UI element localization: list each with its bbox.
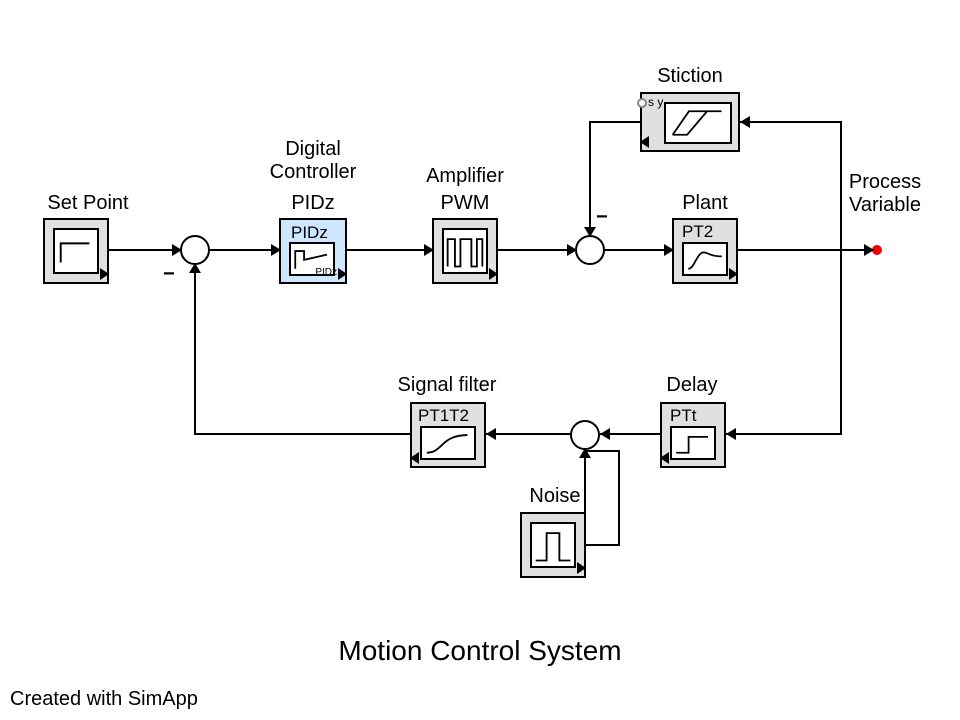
- label-plant: Plant: [645, 192, 765, 215]
- wire: [347, 249, 434, 251]
- pt2-response-icon: [684, 244, 726, 274]
- wire: [194, 433, 412, 435]
- block-tag: PT1T2: [418, 406, 469, 426]
- delay-step-icon: [672, 428, 714, 458]
- block-signal-filter[interactable]: PT1T2: [410, 402, 486, 468]
- arrowhead-icon: [584, 227, 596, 237]
- block-set-point[interactable]: [43, 218, 109, 284]
- sum-junction-error[interactable]: [180, 235, 210, 265]
- label-pwm: PWM: [405, 192, 525, 215]
- block-tag: PIDz: [291, 223, 328, 243]
- arrowhead-icon: [740, 116, 750, 128]
- arrowhead-icon: [664, 244, 674, 256]
- minus-icon: −: [163, 263, 175, 286]
- wire: [586, 544, 620, 546]
- label-delay: Delay: [642, 374, 742, 397]
- block-tag: PT2: [682, 222, 713, 242]
- diagram-canvas: Set Point Digital Controller PIDz Amplif…: [0, 0, 960, 720]
- label-digital-controller: Digital Controller: [248, 138, 378, 184]
- port-icon: [637, 98, 647, 108]
- sum-junction-noise[interactable]: [570, 420, 600, 450]
- block-stiction[interactable]: s y: [640, 92, 740, 152]
- block-noise[interactable]: [520, 512, 586, 578]
- wire: [194, 265, 196, 435]
- label-amplifier: Amplifier: [405, 165, 525, 188]
- wire: [738, 249, 874, 251]
- wire: [589, 121, 642, 123]
- arrowhead-icon: [424, 244, 434, 256]
- wire: [618, 450, 620, 546]
- arrowhead-icon: [486, 428, 496, 440]
- hysteresis-icon: [666, 104, 730, 142]
- wire: [584, 450, 586, 546]
- arrowhead-icon: [189, 263, 201, 273]
- step-icon: [55, 230, 97, 272]
- wire: [740, 121, 842, 123]
- block-delay[interactable]: PTt: [660, 402, 726, 468]
- arrowhead-icon: [579, 448, 591, 458]
- arrowhead-icon: [567, 244, 577, 256]
- pulse-icon: [532, 524, 574, 566]
- block-plant[interactable]: PT2: [672, 218, 738, 284]
- wire: [840, 249, 842, 435]
- arrowhead-icon: [726, 428, 736, 440]
- arrowhead-icon: [271, 244, 281, 256]
- label-signal-filter: Signal filter: [372, 374, 522, 397]
- label-process-variable: Process Variable: [830, 171, 940, 217]
- label-noise: Noise: [505, 485, 605, 508]
- block-tag: s y: [648, 96, 663, 108]
- minus-icon: −: [596, 206, 608, 229]
- label-set-point: Set Point: [28, 192, 148, 215]
- block-subscript: PIDz: [315, 267, 337, 278]
- wire: [726, 433, 842, 435]
- label-pidz: PIDz: [248, 192, 378, 215]
- arrowhead-icon: [172, 244, 182, 256]
- wire: [498, 249, 577, 251]
- sum-junction-stiction[interactable]: [575, 235, 605, 265]
- pwm-icon: [444, 230, 486, 272]
- diagram-title: Motion Control System: [300, 635, 660, 667]
- credit-text: Created with SimApp: [10, 688, 198, 711]
- block-pwm[interactable]: [432, 218, 498, 284]
- block-pidz[interactable]: PIDz PIDz: [279, 218, 347, 284]
- wire: [589, 121, 591, 237]
- arrowhead-icon: [600, 428, 610, 440]
- wire: [840, 121, 842, 251]
- label-stiction: Stiction: [630, 65, 750, 88]
- block-tag: PTt: [670, 406, 696, 426]
- wire: [486, 433, 572, 435]
- arrowhead-icon: [864, 244, 874, 256]
- pt1t2-response-icon: [422, 428, 474, 458]
